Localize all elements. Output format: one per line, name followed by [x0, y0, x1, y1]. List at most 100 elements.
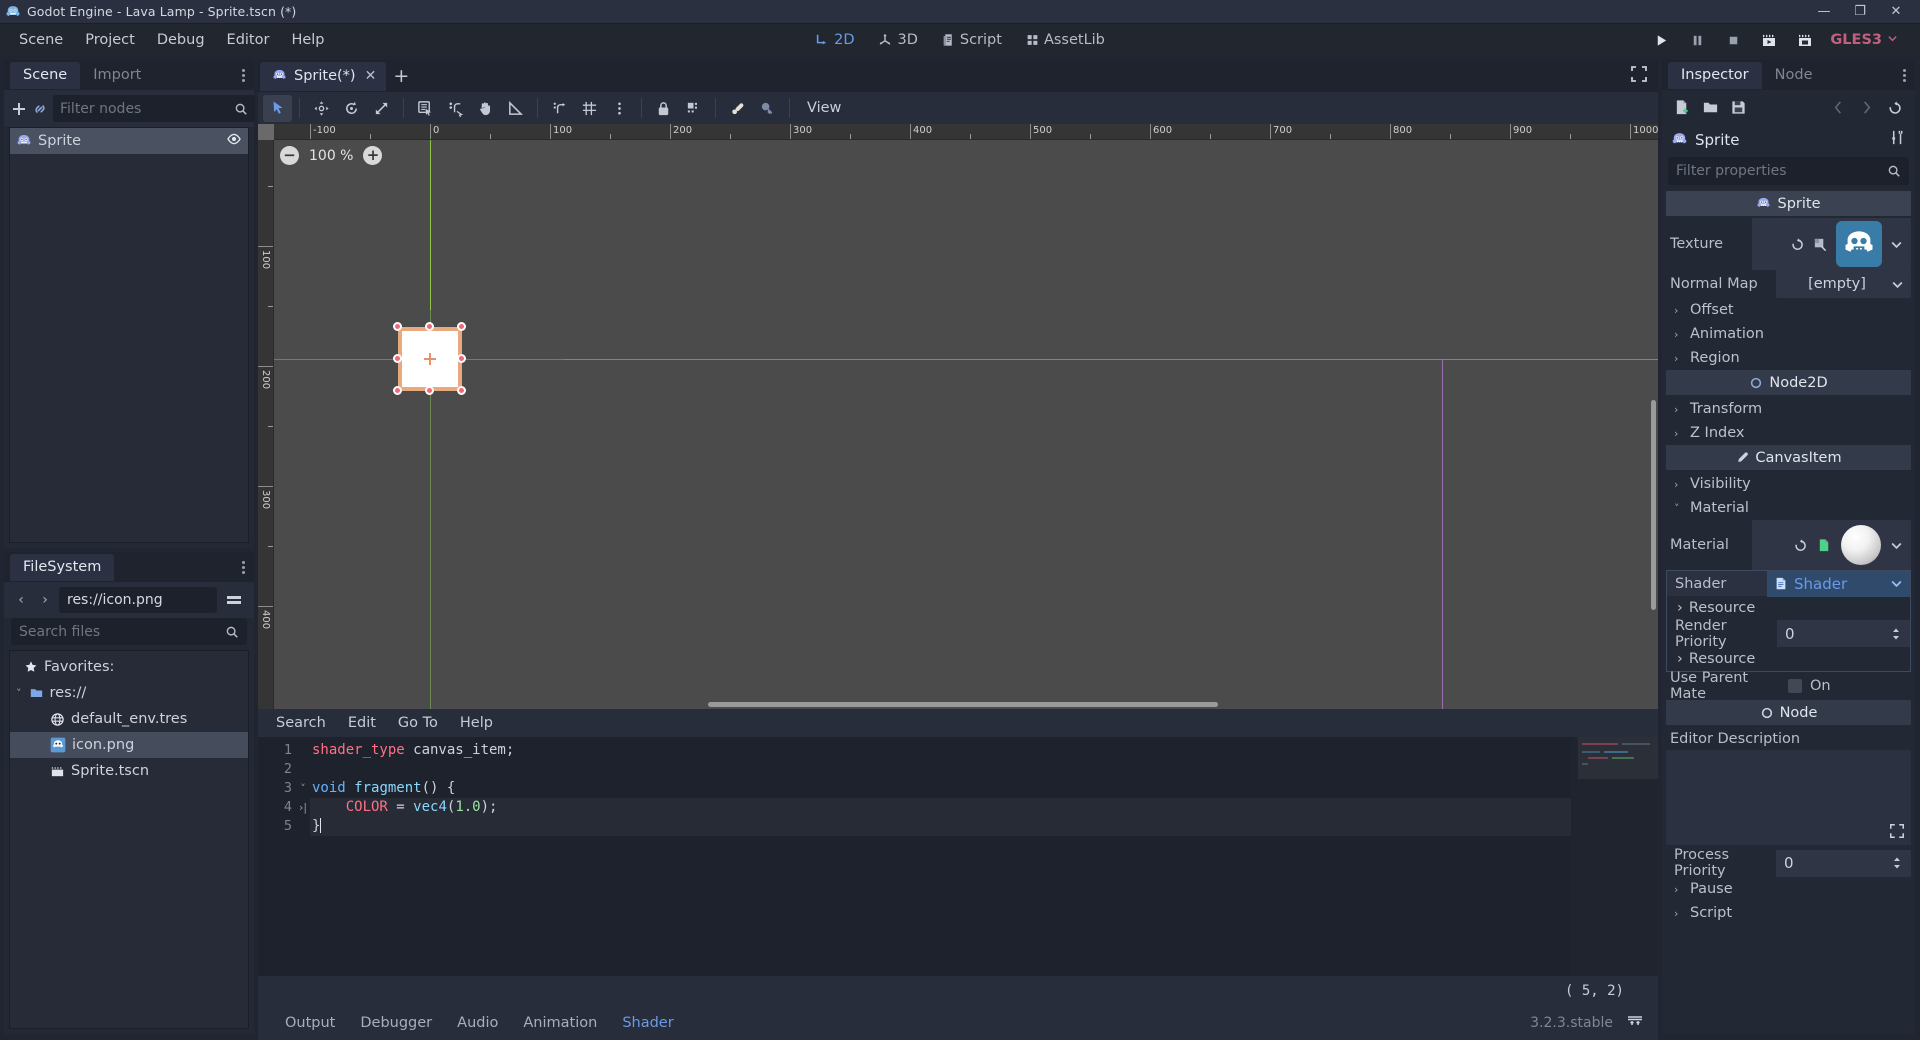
- key-anim-icon[interactable]: [753, 95, 782, 122]
- resize-handle-br[interactable]: [457, 386, 466, 395]
- bottom-tab-debugger[interactable]: Debugger: [349, 1010, 443, 1036]
- bottom-tab-output[interactable]: Output: [274, 1010, 346, 1036]
- property-use-parent-material[interactable]: Use Parent Mate On: [1666, 672, 1911, 700]
- checkbox[interactable]: [1788, 679, 1802, 693]
- menu-scene[interactable]: Scene: [8, 28, 74, 52]
- property-offset[interactable]: ›Offset: [1666, 298, 1911, 322]
- tab-2d[interactable]: 2D: [805, 28, 864, 52]
- tab-scene[interactable]: Scene: [10, 62, 80, 89]
- property-transform[interactable]: ›Transform: [1666, 397, 1911, 421]
- add-node-button[interactable]: [11, 96, 27, 122]
- chevron-down-icon[interactable]: [1890, 238, 1903, 251]
- nav-back-button[interactable]: ‹: [11, 588, 31, 612]
- save-resource-button[interactable]: [1726, 95, 1751, 120]
- filter-nodes-input[interactable]: [60, 101, 234, 117]
- distraction-free-icon[interactable]: [1630, 65, 1648, 87]
- shader-code-editor[interactable]: 1 2 3 4 5 ˅ ›| shader_type canvas: [258, 737, 1658, 976]
- new-resource-icon[interactable]: [1817, 538, 1832, 553]
- play-custom-scene-icon[interactable]: [1788, 27, 1822, 53]
- normal-map-dropdown[interactable]: [empty]: [1776, 270, 1911, 298]
- property-script[interactable]: ›Script: [1666, 901, 1911, 925]
- fs-item-sprite-tscn[interactable]: Sprite.tscn: [10, 758, 248, 784]
- nav-forward-button[interactable]: ›: [35, 588, 55, 612]
- split-mode-icon[interactable]: [221, 587, 247, 613]
- editor-description-textarea[interactable]: [1666, 750, 1911, 845]
- pivot-icon[interactable]: [441, 95, 470, 122]
- kebab-icon[interactable]: [605, 95, 634, 122]
- fs-item-icon-png[interactable]: icon.png: [10, 732, 248, 758]
- property-material-group[interactable]: ˅Material: [1666, 496, 1911, 520]
- code-minimap[interactable]: [1578, 737, 1658, 976]
- code-lines[interactable]: shader_type canvas_item; void fragment()…: [310, 737, 1658, 976]
- close-icon[interactable]: ✕: [365, 68, 377, 84]
- bone-icon[interactable]: [723, 95, 752, 122]
- resize-handle-mr[interactable]: [457, 354, 466, 363]
- new-resource-button[interactable]: [1670, 95, 1695, 120]
- eye-icon[interactable]: [226, 131, 242, 151]
- code-scrollbar[interactable]: [1571, 737, 1578, 976]
- menu-help[interactable]: Help: [280, 28, 335, 52]
- select-mode-button[interactable]: [263, 95, 292, 122]
- tab-assetlib[interactable]: AssetLib: [1016, 28, 1115, 52]
- filesystem-panel-menu-button[interactable]: [242, 561, 245, 574]
- edit-resource-icon[interactable]: [1813, 237, 1828, 252]
- material-control[interactable]: [1752, 520, 1911, 570]
- scene-panel-menu-button[interactable]: [242, 69, 245, 82]
- zoom-out-button[interactable]: −: [280, 146, 299, 165]
- history-prev-button[interactable]: [1826, 95, 1851, 120]
- render-priority-spinner[interactable]: 0: [1777, 620, 1910, 647]
- search-files-input[interactable]: [19, 624, 225, 640]
- object-tools-icon[interactable]: [1889, 129, 1906, 150]
- property-region[interactable]: ›Region: [1666, 346, 1911, 370]
- bottom-tab-animation[interactable]: Animation: [512, 1010, 608, 1036]
- fs-item-default-env[interactable]: default_env.tres: [10, 706, 248, 732]
- shader-resource-dropdown[interactable]: Shader: [1767, 571, 1910, 597]
- close-button[interactable]: ✕: [1878, 0, 1914, 24]
- load-resource-button[interactable]: [1698, 95, 1723, 120]
- hand-icon[interactable]: [471, 95, 500, 122]
- bottom-tab-audio[interactable]: Audio: [446, 1010, 509, 1036]
- tab-filesystem[interactable]: FileSystem: [10, 554, 114, 581]
- tab-3d[interactable]: 3D: [868, 28, 927, 52]
- tab-node[interactable]: Node: [1762, 62, 1826, 89]
- scene-tab-sprite[interactable]: Sprite(*) ✕: [260, 62, 386, 91]
- revert-icon[interactable]: [1790, 237, 1805, 252]
- pause-icon[interactable]: [1680, 27, 1714, 53]
- property-animation[interactable]: ›Animation: [1666, 322, 1911, 346]
- expander-icon[interactable]: ˅: [16, 687, 22, 700]
- menu-project[interactable]: Project: [74, 28, 146, 52]
- view-menu-button[interactable]: View: [797, 96, 851, 120]
- property-visibility[interactable]: ›Visibility: [1666, 472, 1911, 496]
- shader-menu-help[interactable]: Help: [450, 712, 503, 734]
- shader-menu-edit[interactable]: Edit: [338, 712, 386, 734]
- fs-item-favorites[interactable]: Favorites:: [10, 654, 248, 680]
- minimize-button[interactable]: —: [1806, 0, 1842, 24]
- vertical-scrollbar[interactable]: [1651, 400, 1656, 610]
- tab-inspector[interactable]: Inspector: [1668, 62, 1762, 89]
- scale-mode-button[interactable]: [367, 95, 396, 122]
- resize-handle-tl[interactable]: [393, 322, 402, 331]
- current-path[interactable]: res://icon.png: [59, 587, 217, 613]
- fs-item-res-root[interactable]: ˅ res://: [10, 680, 248, 706]
- editor-layout-icon[interactable]: [1626, 1013, 1644, 1033]
- tab-script[interactable]: Script: [932, 28, 1012, 52]
- scene-tree-item-sprite[interactable]: Sprite: [10, 128, 248, 154]
- 2d-viewport[interactable]: -100 0 100 200 300 400 500 600 7: [258, 124, 1658, 709]
- list-select-button[interactable]: [411, 95, 440, 122]
- menu-debug[interactable]: Debug: [146, 28, 216, 52]
- ruler-icon[interactable]: [501, 95, 530, 122]
- resize-handle-bl[interactable]: [393, 386, 402, 395]
- resize-handle-bc[interactable]: [425, 386, 434, 395]
- group-icon[interactable]: [679, 95, 708, 122]
- resize-handle-tr[interactable]: [457, 322, 466, 331]
- expand-icon[interactable]: [1889, 823, 1905, 839]
- add-scene-tab-button[interactable]: +: [386, 61, 416, 91]
- grid-snap-icon[interactable]: [575, 95, 604, 122]
- property-z-index[interactable]: ›Z Index: [1666, 421, 1911, 445]
- process-priority-spinner[interactable]: 0: [1776, 850, 1911, 877]
- history-button[interactable]: [1882, 95, 1907, 120]
- link-node-button[interactable]: [32, 96, 48, 122]
- property-pause[interactable]: ›Pause: [1666, 877, 1911, 901]
- lock-icon[interactable]: [649, 95, 678, 122]
- fold-marker[interactable]: ˅: [296, 779, 310, 798]
